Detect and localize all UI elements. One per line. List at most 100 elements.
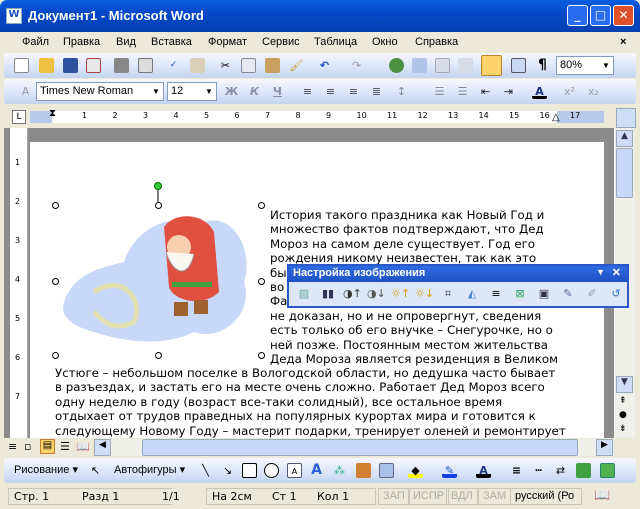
permission-icon[interactable] [86, 58, 101, 73]
picture-toolbar-title[interactable]: Настройка изображения ▼ ✕ [289, 266, 627, 282]
maximize-button[interactable]: □ [590, 5, 611, 26]
more-contrast-icon[interactable]: ◑↑ [343, 287, 362, 303]
select-objects-icon[interactable]: ↖ [88, 463, 103, 478]
subscript-icon[interactable]: x₂ [586, 84, 601, 99]
drawing-toggle-icon[interactable] [481, 55, 502, 76]
clipart-icon[interactable] [356, 463, 371, 478]
new-icon[interactable] [14, 58, 29, 73]
font-color-icon[interactable]: A [476, 463, 491, 478]
line-spacing-icon[interactable]: ↕ [394, 84, 409, 99]
line-color-icon[interactable]: ✎ [442, 463, 457, 478]
line-icon[interactable]: ╲ [198, 463, 213, 478]
superscript-icon[interactable]: x² [562, 84, 577, 99]
reading-view-icon[interactable]: 📖 [76, 440, 90, 453]
insert-excel-icon[interactable] [458, 58, 473, 73]
fill-color-icon[interactable]: ◆ [408, 463, 423, 478]
resize-handle[interactable] [52, 352, 59, 359]
resize-handle[interactable] [52, 202, 59, 209]
diagram-icon[interactable]: ⁂ [332, 463, 347, 478]
arrow-style-icon[interactable]: ⇄ [553, 463, 568, 478]
status-trk[interactable]: ИСПР [408, 488, 450, 505]
crop-icon[interactable]: ⌗ [439, 287, 457, 303]
set-transparent-color-icon[interactable]: ✐ [583, 287, 601, 303]
shadow-style-icon[interactable] [576, 463, 591, 478]
menu-window[interactable]: Окно [372, 36, 398, 48]
less-brightness-icon[interactable]: ☼↓ [415, 287, 434, 303]
print-icon[interactable] [114, 58, 129, 73]
close-button[interactable]: ✕ [613, 5, 634, 26]
menu-help[interactable]: Справка [415, 36, 458, 48]
less-contrast-icon[interactable]: ◑↓ [367, 287, 386, 303]
split-handle[interactable] [616, 108, 636, 128]
menu-view[interactable]: Вид [116, 36, 136, 48]
draw-menu[interactable]: Рисование ▾ [14, 463, 78, 476]
status-ovr[interactable]: ЗАМ [478, 488, 512, 505]
print-layout-view-icon[interactable]: ▤ [40, 439, 55, 454]
wordart-icon[interactable]: A [309, 463, 324, 478]
insert-picture-icon[interactable]: ▨ [295, 287, 313, 303]
scroll-right-button[interactable]: ▶ [596, 439, 613, 456]
document-map-icon[interactable] [511, 58, 526, 73]
font-color-icon[interactable]: A [532, 84, 547, 99]
browse-object-button[interactable]: ● [619, 410, 627, 420]
scroll-down-button[interactable]: ▼ [616, 376, 633, 393]
increase-indent-icon[interactable]: ⇥ [501, 84, 516, 99]
menu-table[interactable]: Таблица [314, 36, 357, 48]
menu-tools[interactable]: Сервис [262, 36, 300, 48]
open-icon[interactable] [39, 58, 54, 73]
textbox-icon[interactable]: A [287, 463, 302, 478]
oval-icon[interactable] [264, 463, 279, 478]
italic-button[interactable]: К [247, 84, 262, 99]
undo-icon[interactable]: ↶ [317, 58, 332, 73]
font-select[interactable]: Times New Roman ▼ [36, 82, 164, 101]
scroll-thumb[interactable] [616, 148, 633, 198]
resize-handle[interactable] [258, 278, 265, 285]
font-size-select[interactable]: 12 ▼ [167, 82, 217, 101]
tables-borders-icon[interactable] [412, 58, 427, 73]
minimize-button[interactable]: _ [567, 5, 588, 26]
tab-selector[interactable]: L [12, 110, 26, 124]
toolbar-options-icon[interactable]: ▼ [596, 267, 605, 277]
justify-icon[interactable]: ≣ [369, 84, 384, 99]
rectangle-icon[interactable] [242, 463, 257, 478]
color-icon[interactable]: ▮▮ [319, 287, 337, 303]
insert-table-icon[interactable] [435, 58, 450, 73]
reset-picture-icon[interactable]: ↺ [607, 287, 625, 303]
resize-handle[interactable] [52, 278, 59, 285]
vertical-ruler[interactable]: 1 2 3 4 5 6 7 [10, 128, 28, 438]
toolbar-close-icon[interactable]: ✕ [612, 266, 621, 279]
horizontal-ruler[interactable]: L 1 2 3 4 5 6 7 8 9 10 11 12 13 14 15 16 17 ⧗ △ [4, 106, 636, 128]
menu-insert[interactable]: Вставка [151, 36, 192, 48]
h-scroll-thumb[interactable] [142, 439, 578, 456]
outline-view-icon[interactable]: ☰ [60, 440, 70, 453]
bullets-icon[interactable]: ☰ [455, 84, 470, 99]
align-right-icon[interactable]: ≡ [346, 84, 361, 99]
menu-format[interactable]: Формат [208, 36, 247, 48]
print-preview-icon[interactable] [138, 58, 153, 73]
web-view-icon[interactable]: ▫ [24, 440, 31, 453]
spelling-status-icon[interactable]: 📖 [594, 488, 610, 503]
close-document-button[interactable]: × [620, 36, 626, 48]
align-left-icon[interactable]: ≡ [300, 84, 315, 99]
align-center-icon[interactable]: ≡ [323, 84, 338, 99]
dash-style-icon[interactable]: ┅ [531, 463, 546, 478]
redo-icon[interactable]: ↷ [349, 58, 364, 73]
previous-page-button[interactable]: ⇞ [619, 396, 627, 406]
line-style-icon[interactable]: ≡ [487, 287, 505, 303]
next-page-button[interactable]: ⇟ [619, 424, 627, 434]
menu-edit[interactable]: Правка [63, 36, 100, 48]
resize-handle[interactable] [155, 202, 162, 209]
decrease-indent-icon[interactable]: ⇤ [478, 84, 493, 99]
text-wrapping-icon[interactable]: ▣ [535, 287, 553, 303]
horizontal-scrollbar[interactable]: ◀ ▶ [94, 439, 614, 456]
right-indent-marker[interactable]: △ [552, 112, 560, 123]
indent-marker[interactable]: ⧗ [49, 108, 56, 119]
resize-handle[interactable] [155, 352, 162, 359]
numbering-icon[interactable]: ☰ [432, 84, 447, 99]
save-icon[interactable] [63, 58, 78, 73]
status-rec[interactable]: ЗАП [378, 488, 410, 505]
zoom-select[interactable]: 80% ▼ [556, 56, 614, 75]
more-brightness-icon[interactable]: ☼↑ [391, 287, 410, 303]
line-style-icon[interactable]: ≡ [509, 463, 524, 478]
scroll-left-button[interactable]: ◀ [94, 439, 111, 456]
